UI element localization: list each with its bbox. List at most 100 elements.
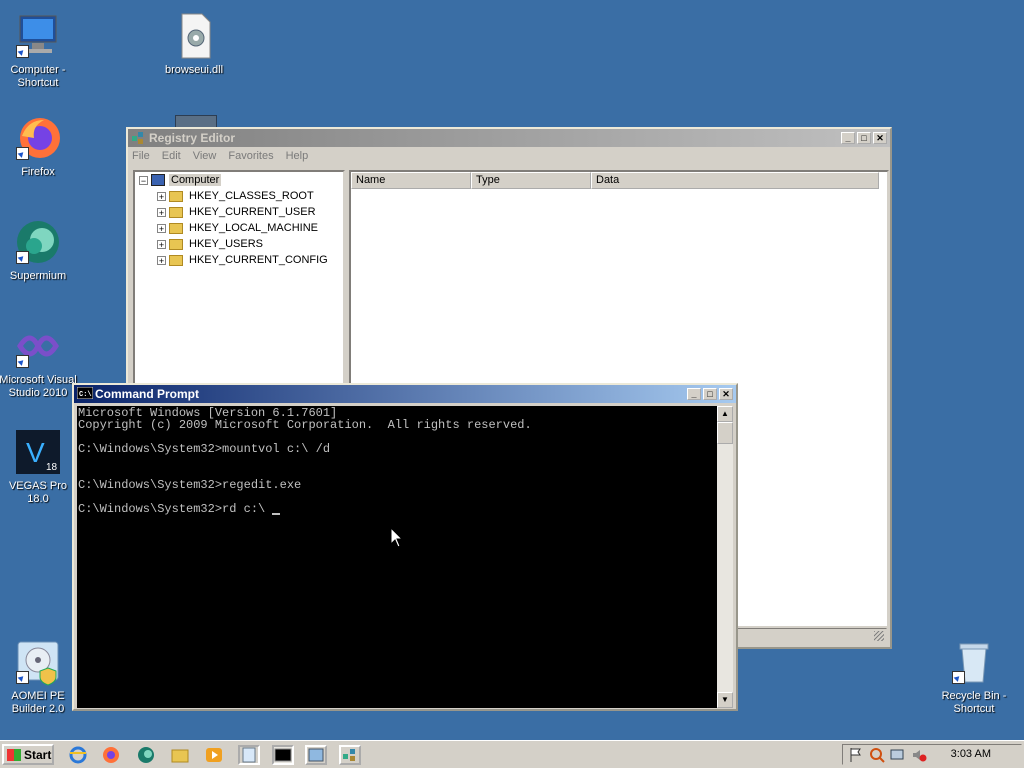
menu-file[interactable]: File xyxy=(132,150,150,162)
menubar: File Edit View Favorites Help xyxy=(128,147,890,165)
close-button[interactable]: ✕ xyxy=(873,132,887,144)
desktop-icon-visual-studio[interactable]: Microsoft Visual Studio 2010 xyxy=(0,322,78,400)
expand-icon[interactable]: + xyxy=(157,191,166,201)
command-prompt-titlebar[interactable]: C:\ Command Prompt _ □ ✕ xyxy=(74,385,736,403)
menu-favorites[interactable]: Favorites xyxy=(228,150,273,162)
svg-text:V: V xyxy=(26,437,45,468)
desktop-icon-label: VEGAS Pro 18.0 xyxy=(8,480,68,505)
tree-item-label: HKEY_CLASSES_ROOT xyxy=(189,190,314,202)
tree-item-hkcc[interactable]: + HKEY_CURRENT_CONFIG xyxy=(157,252,328,268)
console-output[interactable]: Microsoft Windows [Version 6.1.7601] Copy… xyxy=(77,406,717,708)
taskbar-window-icon[interactable] xyxy=(305,745,327,765)
column-header-data[interactable]: Data xyxy=(591,172,879,189)
menu-view[interactable]: View xyxy=(193,150,217,162)
taskbar-media-player-icon[interactable] xyxy=(204,745,226,765)
desktop-icon-recycle-bin[interactable]: Recycle Bin - Shortcut xyxy=(934,638,1014,716)
tree-item-hkcr[interactable]: + HKEY_CLASSES_ROOT xyxy=(157,188,314,204)
firefox-icon xyxy=(14,114,62,162)
desktop-icon-vegas-pro[interactable]: V 18 VEGAS Pro 18.0 xyxy=(0,428,78,506)
resize-grip-icon[interactable] xyxy=(874,631,884,641)
console-line: C:\Windows\System32>rd c:\ xyxy=(78,502,273,516)
tree-item-hku[interactable]: + HKEY_USERS xyxy=(157,236,263,252)
console-line: Copyright (c) 2009 Microsoft Corporation… xyxy=(78,418,532,432)
menu-help[interactable]: Help xyxy=(286,150,309,162)
console-prompt-line: C:\Windows\System32>rd c:\ xyxy=(78,503,716,515)
desktop-icon-supermium[interactable]: Supermium xyxy=(0,218,78,283)
desktop-icon-firefox[interactable]: Firefox xyxy=(0,114,78,179)
action-center-flag-icon[interactable] xyxy=(849,747,863,763)
taskbar-supermium-icon[interactable] xyxy=(136,745,158,765)
tree-item-label: HKEY_USERS xyxy=(189,238,263,250)
mouse-pointer-icon xyxy=(391,528,403,548)
svg-text:18: 18 xyxy=(46,462,58,473)
minimize-button[interactable]: _ xyxy=(841,132,855,144)
maximize-button[interactable]: □ xyxy=(857,132,871,144)
desktop-icon-aomei[interactable]: AOMEI PE Builder 2.0 xyxy=(0,638,78,716)
taskbar-firefox-icon[interactable] xyxy=(101,745,123,765)
search-icon[interactable] xyxy=(869,747,885,763)
expand-icon[interactable]: + xyxy=(157,255,166,265)
taskbar-regedit-icon[interactable] xyxy=(339,745,361,765)
desktop-icon-label: Recycle Bin - Shortcut xyxy=(941,690,1007,715)
desktop-icon-browseui[interactable]: browseui.dll xyxy=(154,12,234,77)
regedit-icon xyxy=(131,131,145,145)
computer-icon xyxy=(151,174,165,186)
column-header-name[interactable]: Name xyxy=(351,172,471,189)
scroll-up-icon[interactable]: ▲ xyxy=(717,406,733,422)
maximize-button[interactable]: □ xyxy=(703,388,717,400)
window-title: Command Prompt xyxy=(95,387,200,401)
visual-studio-icon xyxy=(14,322,62,370)
minimize-button[interactable]: _ xyxy=(687,388,701,400)
taskbar: Start 3:03 AM xyxy=(0,740,1024,768)
folder-icon xyxy=(169,206,183,218)
menu-edit[interactable]: Edit xyxy=(162,150,181,162)
start-button[interactable]: Start xyxy=(2,744,54,765)
collapse-icon[interactable]: − xyxy=(139,175,148,185)
svg-text:C:\: C:\ xyxy=(79,391,92,399)
supermium-icon xyxy=(14,218,62,266)
computer-icon xyxy=(14,12,62,60)
scroll-down-icon[interactable]: ▼ xyxy=(717,692,733,708)
taskbar-ie-icon[interactable] xyxy=(68,745,90,765)
taskbar-cmd-icon[interactable] xyxy=(272,745,294,765)
scroll-thumb[interactable] xyxy=(717,422,733,444)
cmd-icon: C:\ xyxy=(76,386,94,401)
expand-icon[interactable]: + xyxy=(157,239,166,249)
start-label: Start xyxy=(24,747,52,762)
folder-icon xyxy=(169,222,183,234)
taskbar-explorer-icon[interactable] xyxy=(170,745,192,765)
registry-editor-titlebar[interactable]: Registry Editor _ □ ✕ xyxy=(128,129,890,147)
desktop-icon-computer[interactable]: Computer - Shortcut xyxy=(0,12,78,90)
folder-icon xyxy=(169,254,183,266)
tree-item-label: HKEY_LOCAL_MACHINE xyxy=(189,222,318,234)
expand-icon[interactable]: + xyxy=(157,223,166,233)
vegas-pro-icon: V 18 xyxy=(14,428,62,476)
console-line: C:\Windows\System32>mountvol c:\ /d xyxy=(78,442,331,456)
tree-item-computer[interactable]: − Computer xyxy=(139,172,222,188)
folder-icon xyxy=(169,190,183,202)
vertical-scrollbar[interactable]: ▲ ▼ xyxy=(717,406,733,708)
shortcut-arrow-icon xyxy=(16,45,29,58)
dll-file-icon xyxy=(170,12,218,60)
desktop-icon-label: Firefox xyxy=(21,166,55,178)
expand-icon[interactable]: + xyxy=(157,207,166,217)
clock[interactable]: 3:03 AM xyxy=(951,748,991,760)
tree-item-hkcu[interactable]: + HKEY_CURRENT_USER xyxy=(157,204,316,220)
tree-item-hklm[interactable]: + HKEY_LOCAL_MACHINE xyxy=(157,220,318,236)
shortcut-arrow-icon xyxy=(952,671,965,684)
column-header-type[interactable]: Type xyxy=(471,172,591,189)
close-button[interactable]: ✕ xyxy=(719,388,733,400)
command-prompt-window[interactable]: C:\ Command Prompt _ □ ✕ Microsoft Windo… xyxy=(72,383,738,711)
column-headers: Name Type Data xyxy=(351,172,887,189)
windows-flag-icon xyxy=(7,748,21,761)
taskbar-notepad-icon[interactable] xyxy=(238,745,260,765)
volume-muted-icon[interactable] xyxy=(911,747,927,763)
desktop-icon-label: Supermium xyxy=(9,270,67,282)
desktop-icon-label: Microsoft Visual Studio 2010 xyxy=(0,374,77,399)
system-tray: 3:03 AM xyxy=(842,744,1022,765)
network-icon[interactable] xyxy=(889,747,905,763)
desktop-icon-label: Computer - Shortcut xyxy=(10,64,66,89)
shortcut-arrow-icon xyxy=(16,251,29,264)
registry-tree[interactable]: − Computer + HKEY_CLASSES_ROOT + HKEY_CU… xyxy=(133,170,345,400)
